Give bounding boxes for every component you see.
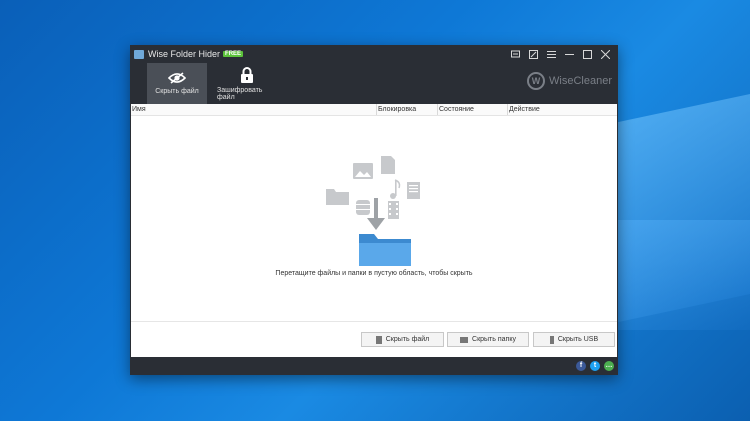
hide-folder-button-label: Скрыть папку (472, 336, 516, 343)
tab-hide-file[interactable]: Скрыть файл (147, 63, 207, 104)
eye-hidden-icon (168, 72, 186, 84)
table-header: Имя Блокировка Состояние Действие (131, 104, 617, 116)
status-bar: f t … (130, 357, 618, 375)
folder-icon (460, 336, 469, 343)
action-buttons-bar: Скрыть файл Скрыть папку Скрыть USB (131, 321, 617, 357)
social-links: f t … (576, 361, 614, 371)
tab-encrypt-file[interactable]: Зашифровать файл (217, 63, 277, 104)
wisecleaner-logo: W WiseCleaner (527, 72, 612, 90)
desktop-light-panel-lower (600, 220, 750, 330)
usb-icon (549, 335, 554, 344)
brand-letter: W (527, 72, 546, 90)
menu-icon[interactable] (547, 50, 556, 59)
app-window: Wise Folder Hider FREE Скрыть файл Зашиф… (130, 45, 618, 375)
file-icon (375, 335, 382, 344)
hide-usb-button[interactable]: Скрыть USB (533, 332, 615, 347)
chat-icon[interactable]: … (604, 361, 614, 371)
tab-hide-file-label: Скрыть файл (155, 88, 199, 95)
drop-area[interactable]: Перетащите файлы и папки в пустую област… (131, 116, 617, 321)
main-content: Имя Блокировка Состояние Действие Перета… (131, 104, 617, 357)
app-icon (134, 49, 144, 59)
tab-encrypt-file-label: Зашифровать файл (217, 86, 263, 101)
edit-icon[interactable] (529, 49, 538, 59)
hide-folder-button[interactable]: Скрыть папку (447, 332, 529, 347)
twitter-icon[interactable]: t (590, 361, 600, 371)
free-badge: FREE (223, 51, 244, 57)
app-title: Wise Folder Hider (148, 49, 221, 59)
column-status[interactable]: Состояние (438, 104, 508, 115)
column-lock[interactable]: Блокировка (377, 104, 438, 115)
column-action[interactable]: Действие (508, 104, 617, 115)
hide-file-button[interactable]: Скрыть файл (361, 332, 444, 347)
window-controls (511, 49, 618, 59)
lock-icon (241, 66, 253, 83)
close-icon[interactable] (600, 49, 611, 59)
maximize-icon[interactable] (583, 49, 592, 59)
toolbar: Скрыть файл Зашифровать файл W WiseClean… (130, 63, 618, 104)
hide-file-button-label: Скрыть файл (385, 336, 430, 343)
title-bar: Wise Folder Hider FREE (130, 45, 618, 63)
drop-hint-text: Перетащите файлы и папки в пустую област… (275, 270, 473, 277)
brand-name: WiseCleaner (549, 75, 612, 87)
hide-usb-button-label: Скрыть USB (557, 336, 599, 343)
drag-files-illustration (326, 156, 420, 266)
column-name[interactable]: Имя (131, 104, 377, 115)
minimize-icon[interactable] (565, 50, 574, 59)
feedback-icon[interactable] (511, 50, 520, 59)
small-folder-icon (326, 189, 349, 205)
facebook-icon[interactable]: f (576, 361, 586, 371)
